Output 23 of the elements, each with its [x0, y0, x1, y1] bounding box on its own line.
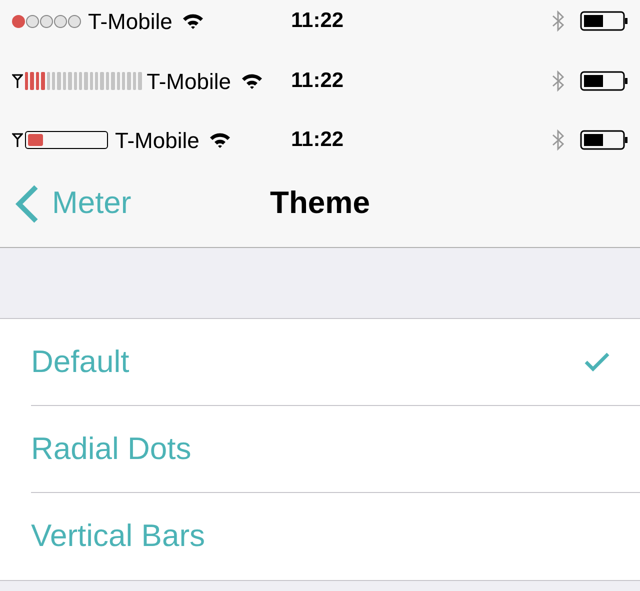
wifi-icon: [240, 73, 263, 89]
chevron-left-icon: [14, 184, 40, 224]
carrier-name: T-Mobile: [146, 68, 231, 96]
bluetooth-icon: [552, 70, 564, 92]
bluetooth-icon: [552, 10, 564, 32]
status-time: 11:22: [291, 127, 344, 154]
status-time: 11:22: [291, 68, 344, 94]
wifi-icon: [182, 13, 204, 29]
antenna-icon: [12, 133, 23, 147]
theme-option[interactable]: Radial Dots: [31, 406, 640, 493]
carrier-name: T-Mobile: [88, 8, 172, 36]
theme-option[interactable]: Default: [31, 319, 640, 406]
battery-icon: [580, 130, 628, 150]
back-button[interactable]: Meter: [14, 160, 132, 247]
status-time: 11:22: [291, 8, 344, 34]
antenna-icon: [12, 74, 23, 88]
nav-title: Theme: [270, 184, 370, 222]
battery-icon: [580, 71, 628, 91]
wifi-icon: [209, 132, 232, 148]
carrier-name: T-Mobile: [115, 126, 200, 154]
theme-option[interactable]: Vertical Bars: [31, 493, 640, 580]
battery-icon: [580, 11, 628, 31]
bluetooth-icon: [552, 129, 564, 151]
